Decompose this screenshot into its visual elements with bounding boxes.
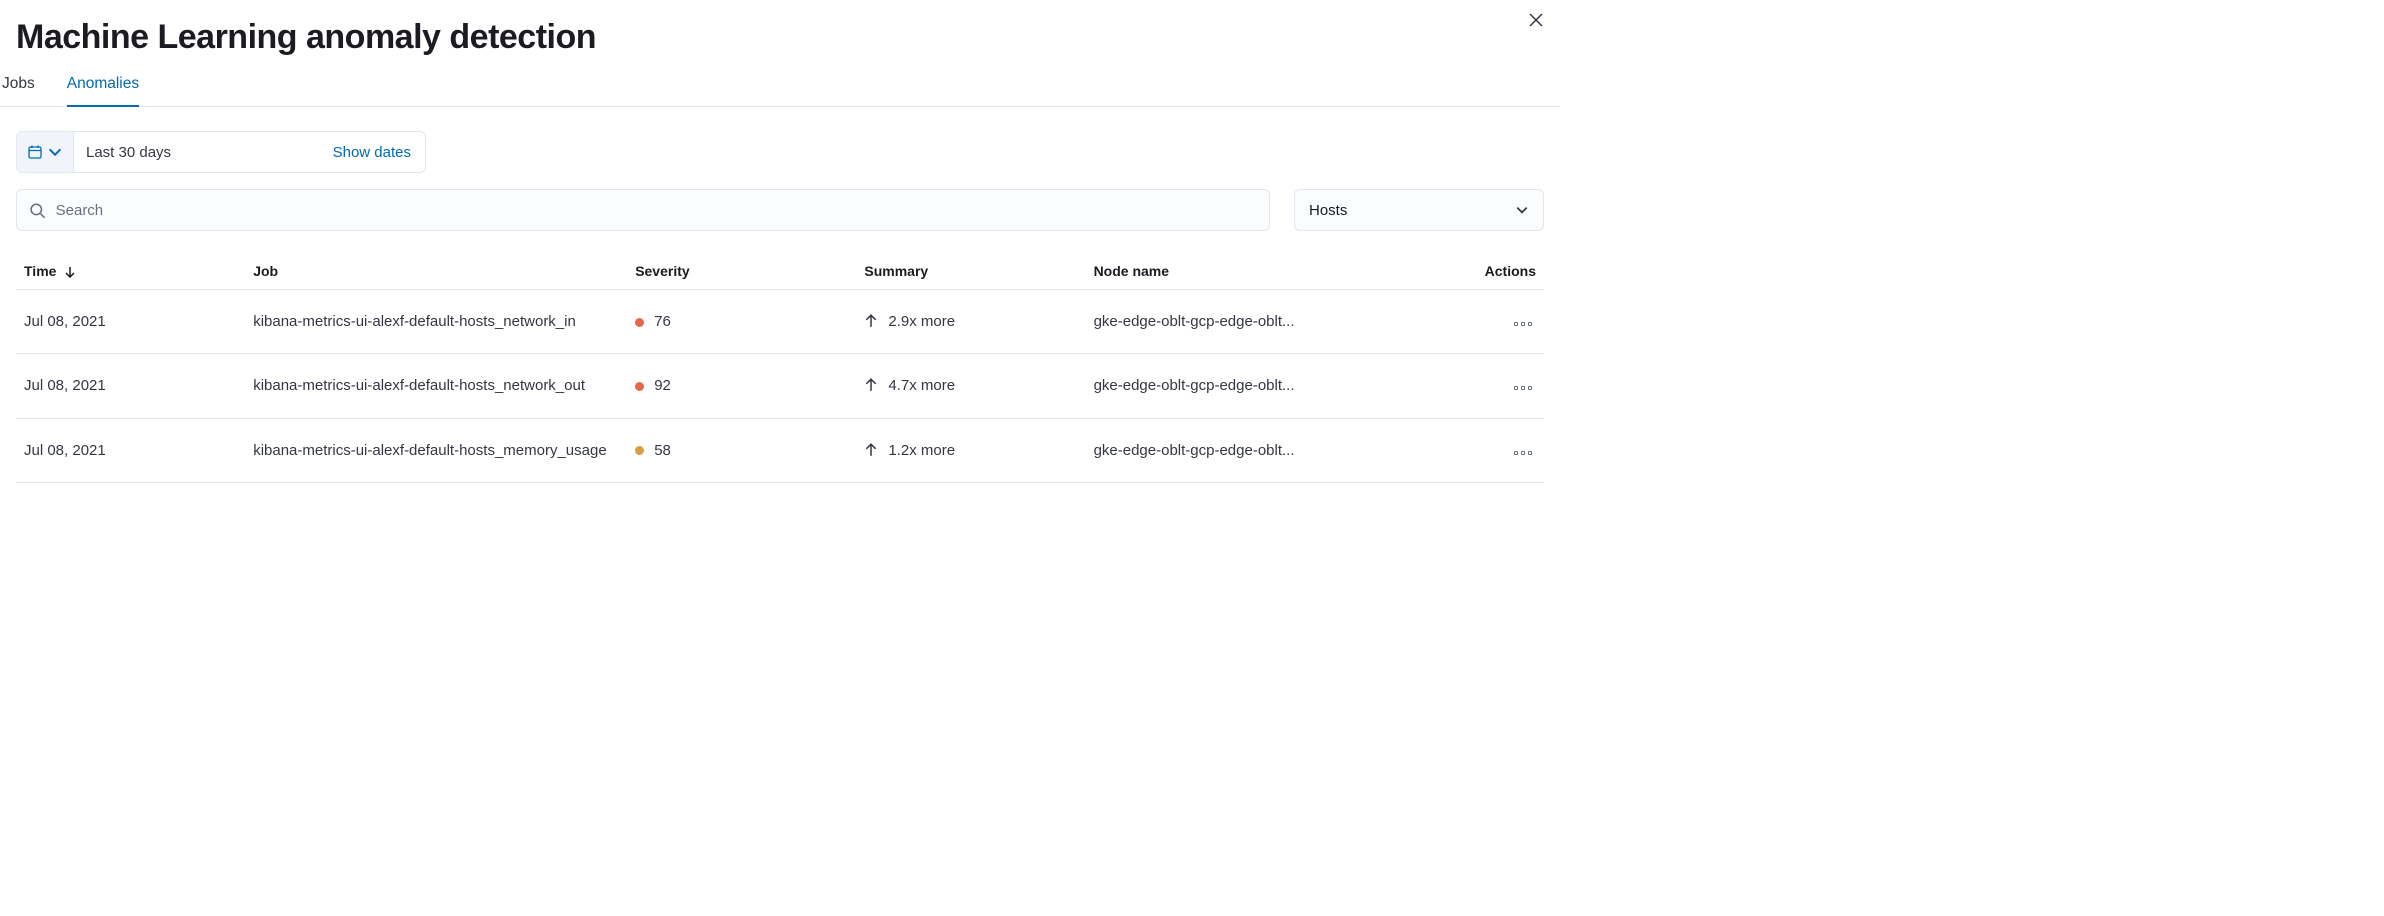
cell-job: kibana-metrics-ui-alexf-default-hosts_me… (245, 418, 627, 482)
cell-time: Jul 08, 2021 (16, 290, 245, 354)
cell-severity: 76 (627, 290, 856, 354)
arrow-up-icon (864, 378, 878, 392)
tabs: Jobs Anomalies (0, 75, 1560, 107)
cell-summary: 4.7x more (856, 354, 1085, 418)
cell-time: Jul 08, 2021 (16, 418, 245, 482)
scope-dropdown[interactable]: Hosts (1294, 189, 1544, 231)
cell-actions (1452, 418, 1544, 482)
severity-value: 58 (654, 442, 671, 459)
page-title: Machine Learning anomaly detection (16, 18, 1544, 57)
date-range-picker: Last 30 days Show dates (16, 131, 426, 173)
arrow-up-icon (864, 314, 878, 328)
column-header-actions: Actions (1452, 253, 1544, 290)
search-input[interactable] (56, 202, 1257, 219)
severity-value: 92 (654, 377, 671, 394)
row-actions-button[interactable] (1510, 382, 1536, 394)
table-row: Jul 08, 2021kibana-metrics-ui-alexf-defa… (16, 290, 1544, 354)
tab-anomalies[interactable]: Anomalies (67, 75, 139, 107)
cell-summary: 1.2x more (856, 418, 1085, 482)
severity-dot-icon (635, 382, 644, 391)
row-actions-button[interactable] (1510, 318, 1536, 330)
cell-actions (1452, 290, 1544, 354)
cell-summary: 2.9x more (856, 290, 1085, 354)
cell-severity: 58 (627, 418, 856, 482)
calendar-icon (27, 144, 43, 160)
column-header-time[interactable]: Time (16, 253, 245, 290)
cell-job: kibana-metrics-ui-alexf-default-hosts_ne… (245, 290, 627, 354)
column-header-summary[interactable]: Summary (856, 253, 1085, 290)
sort-desc-icon (64, 266, 76, 278)
severity-dot-icon (635, 446, 644, 455)
search-box (16, 189, 1270, 231)
cell-job: kibana-metrics-ui-alexf-default-hosts_ne… (245, 354, 627, 418)
search-icon (29, 202, 46, 219)
summary-value: 1.2x more (888, 442, 955, 459)
column-header-job[interactable]: Job (245, 253, 627, 290)
cell-node: gke-edge-oblt-gcp-edge-oblt... (1086, 418, 1453, 482)
cell-time: Jul 08, 2021 (16, 354, 245, 418)
close-icon (1528, 12, 1544, 28)
row-actions-button[interactable] (1510, 447, 1536, 459)
summary-value: 4.7x more (888, 377, 955, 394)
date-range-label[interactable]: Last 30 days (74, 132, 319, 172)
chevron-down-icon (47, 144, 63, 160)
table-row: Jul 08, 2021kibana-metrics-ui-alexf-defa… (16, 354, 1544, 418)
cell-severity: 92 (627, 354, 856, 418)
date-picker-quickselect-button[interactable] (17, 132, 74, 172)
column-header-time-label: Time (24, 263, 56, 279)
cell-node: gke-edge-oblt-gcp-edge-oblt... (1086, 354, 1453, 418)
cell-actions (1452, 354, 1544, 418)
chevron-down-icon (1515, 203, 1529, 217)
tab-jobs[interactable]: Jobs (2, 75, 35, 107)
close-button[interactable] (1528, 12, 1544, 31)
summary-value: 2.9x more (888, 313, 955, 330)
cell-node: gke-edge-oblt-gcp-edge-oblt... (1086, 290, 1453, 354)
severity-dot-icon (635, 318, 644, 327)
column-header-severity[interactable]: Severity (627, 253, 856, 290)
arrow-up-icon (864, 443, 878, 457)
show-dates-button[interactable]: Show dates (319, 132, 425, 172)
anomalies-table: Time Job Severity Summary Node name Acti… (16, 253, 1544, 483)
severity-value: 76 (654, 313, 671, 330)
column-header-node[interactable]: Node name (1086, 253, 1453, 290)
table-row: Jul 08, 2021kibana-metrics-ui-alexf-defa… (16, 418, 1544, 482)
scope-dropdown-label: Hosts (1309, 202, 1347, 219)
